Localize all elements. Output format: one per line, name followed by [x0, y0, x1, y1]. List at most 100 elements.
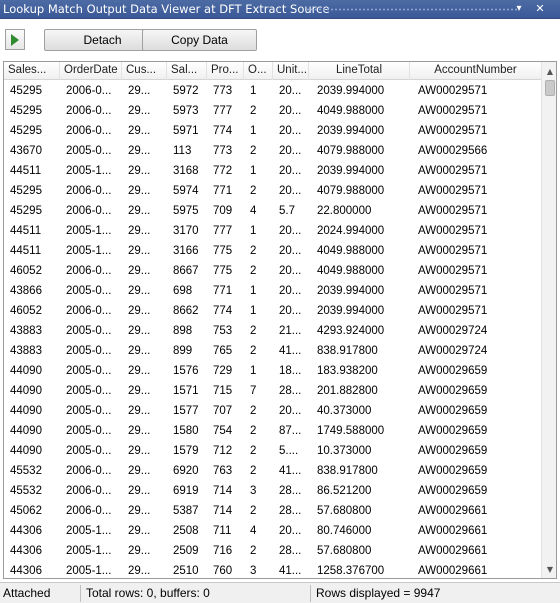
- table-row[interactable]: 43883 2005-0... 29... 898 753 2 21... 4293.9240…: [4, 321, 542, 341]
- cell-product-id: 775: [213, 265, 233, 277]
- table-row[interactable]: 43670 2005-0... 29... 113 773 2 20... 4079.9880…: [4, 141, 542, 161]
- table-row[interactable]: 45295 2006-0... 29... 5972 773 1 20... 2039.994…: [4, 81, 542, 101]
- table-row[interactable]: 44090 2005-0... 29... 1580 754 2 87... 1749.588…: [4, 421, 542, 441]
- table-row[interactable]: 45532 2006-0... 29... 6920 763 2 41... 838.9178…: [4, 461, 542, 481]
- status-rows-displayed: Rows displayed = 9947: [310, 585, 560, 602]
- cell-account-number: AW00029571: [418, 165, 488, 177]
- table-row[interactable]: 45295 2006-0... 29... 5973 777 2 20... 4049.988…: [4, 101, 542, 121]
- cell-line-total: 2039.994000: [317, 165, 385, 177]
- cell-sales-order-id: 45295: [10, 105, 42, 117]
- table-row[interactable]: 45062 2006-0... 29... 5387 714 2 28... 57.68080…: [4, 501, 542, 521]
- table-row[interactable]: 44306 2005-1... 29... 2509 716 2 28... 57.68080…: [4, 541, 542, 561]
- cell-product-id: 771: [213, 185, 233, 197]
- table-row[interactable]: 44511 2005-1... 29... 3168 772 1 20... 2039.994…: [4, 161, 542, 181]
- cell-line-total: 40.373000: [317, 405, 372, 417]
- cell-account-number: AW00029659: [418, 465, 488, 477]
- cell-customer-id: 29...: [128, 445, 151, 457]
- scroll-thumb[interactable]: [545, 80, 555, 96]
- cell-unit-price: 18...: [279, 365, 302, 377]
- cell-sales-order-id: 44511: [10, 245, 42, 257]
- window-dropdown-icon[interactable]: ▾: [512, 2, 526, 16]
- table-row[interactable]: 45295 2006-0... 29... 5974 771 2 20... 4079.988…: [4, 181, 542, 201]
- cell-order-qty: 2: [250, 545, 257, 557]
- cell-order-qty: 2: [250, 145, 257, 157]
- cell-product-id: 775: [213, 245, 233, 257]
- table-row[interactable]: 44511 2005-1... 29... 3166 775 2 20... 4049.988…: [4, 241, 542, 261]
- cell-order-qty: 4: [250, 205, 257, 217]
- column-header-line-total[interactable]: LineTotal: [309, 62, 410, 80]
- cell-sales-detail-id: 5387: [173, 505, 199, 517]
- cell-product-id: 772: [213, 165, 233, 177]
- cell-order-qty: 2: [250, 265, 257, 277]
- cell-account-number: AW00029659: [418, 485, 488, 497]
- cell-line-total: 57.680800: [317, 545, 372, 557]
- cell-order-qty: 2: [250, 505, 257, 517]
- cell-order-date: 2005-0...: [66, 365, 112, 377]
- cell-sales-order-id: 45295: [10, 185, 42, 197]
- cell-unit-price: 20...: [279, 405, 302, 417]
- table-row[interactable]: 44306 2005-1... 29... 2508 711 4 20... 80.74600…: [4, 521, 542, 541]
- cell-product-id: 760: [213, 565, 233, 577]
- column-header-order-qty[interactable]: O...: [244, 62, 273, 80]
- table-row[interactable]: 45295 2006-0... 29... 5975 709 4 5.7 22.800000 A…: [4, 201, 542, 221]
- cell-customer-id: 29...: [128, 465, 151, 477]
- column-header-order-date[interactable]: OrderDate: [60, 62, 122, 80]
- table-row[interactable]: 45532 2006-0... 29... 6919 714 3 28... 86.52120…: [4, 481, 542, 501]
- close-icon[interactable]: ✕: [533, 2, 547, 16]
- cell-customer-id: 29...: [128, 265, 151, 277]
- cell-order-qty: 2: [250, 345, 257, 357]
- cell-customer-id: 29...: [128, 245, 151, 257]
- table-row[interactable]: 44511 2005-1... 29... 3170 777 1 20... 2024.994…: [4, 221, 542, 241]
- table-row[interactable]: 46052 2006-0... 29... 8662 774 1 20... 2039.994…: [4, 301, 542, 321]
- scroll-down-icon[interactable]: ▼: [542, 561, 556, 577]
- cell-sales-order-id: 44306: [10, 565, 42, 577]
- cell-order-qty: 2: [250, 465, 257, 477]
- grid-header: Sales... OrderDate Cus... Sal... Pro... O... U…: [4, 62, 542, 80]
- table-row[interactable]: 44090 2005-0... 29... 1571 715 7 28... 201.8828…: [4, 381, 542, 401]
- cell-sales-order-id: 45532: [10, 485, 42, 497]
- cell-order-qty: 1: [250, 365, 257, 377]
- cell-customer-id: 29...: [128, 145, 151, 157]
- cell-customer-id: 29...: [128, 105, 151, 117]
- table-row[interactable]: 44306 2005-1... 29... 2510 760 3 41... 1258.376…: [4, 561, 542, 578]
- cell-product-id: 711: [213, 525, 232, 537]
- column-header-account-number[interactable]: AccountNumber: [410, 62, 542, 80]
- cell-line-total: 86.521200: [317, 485, 372, 497]
- cell-order-qty: 2: [250, 445, 257, 457]
- cell-line-total: 1258.376700: [317, 565, 385, 577]
- cell-order-qty: 2: [250, 245, 257, 257]
- data-grid[interactable]: Sales... OrderDate Cus... Sal... Pro... O... U…: [3, 61, 557, 579]
- cell-product-id: 753: [213, 325, 233, 337]
- cell-account-number: AW00029659: [418, 445, 488, 457]
- column-header-sales-detail-id[interactable]: Sal...: [167, 62, 207, 80]
- table-row[interactable]: 45295 2006-0... 29... 5971 774 1 20... 2039.994…: [4, 121, 542, 141]
- cell-customer-id: 29...: [128, 405, 151, 417]
- cell-sales-order-id: 44090: [10, 385, 42, 397]
- cell-line-total: 1749.588000: [317, 425, 385, 437]
- vertical-scrollbar[interactable]: ▲ ▼: [541, 62, 556, 578]
- cell-sales-order-id: 44306: [10, 545, 42, 557]
- scroll-up-icon[interactable]: ▲: [542, 63, 556, 79]
- cell-product-id: 712: [213, 445, 233, 457]
- cell-sales-order-id: 43883: [10, 325, 42, 337]
- copy-data-button[interactable]: Copy Data: [142, 29, 257, 51]
- cell-sales-order-id: 45062: [10, 505, 42, 517]
- table-row[interactable]: 44090 2005-0... 29... 1576 729 1 18... 183.9382…: [4, 361, 542, 381]
- column-header-product-id[interactable]: Pro...: [207, 62, 244, 80]
- play-button[interactable]: [5, 29, 25, 50]
- table-row[interactable]: 44090 2005-0... 29... 1577 707 2 20... 40.37300…: [4, 401, 542, 421]
- table-row[interactable]: 43866 2005-0... 29... 698 771 1 20... 2039.9940…: [4, 281, 542, 301]
- cell-account-number: AW00029571: [418, 85, 488, 97]
- column-header-customer-id[interactable]: Cus...: [122, 62, 167, 80]
- cell-order-qty: 2: [250, 325, 257, 337]
- cell-sales-detail-id: 899: [173, 345, 193, 357]
- table-row[interactable]: 43883 2005-0... 29... 899 765 2 41... 838.91780…: [4, 341, 542, 361]
- column-header-unit-price[interactable]: Unit...: [273, 62, 309, 80]
- table-row[interactable]: 46052 2006-0... 29... 8667 775 2 20... 4049.988…: [4, 261, 542, 281]
- table-row[interactable]: 44090 2005-0... 29... 1579 712 2 5.... 10.37300…: [4, 441, 542, 461]
- column-header-sales-order-id[interactable]: Sales...: [4, 62, 60, 80]
- cell-sales-order-id: 43883: [10, 345, 42, 357]
- cell-product-id: 707: [213, 405, 233, 417]
- cell-order-qty: 2: [250, 185, 257, 197]
- cell-sales-detail-id: 1577: [173, 405, 199, 417]
